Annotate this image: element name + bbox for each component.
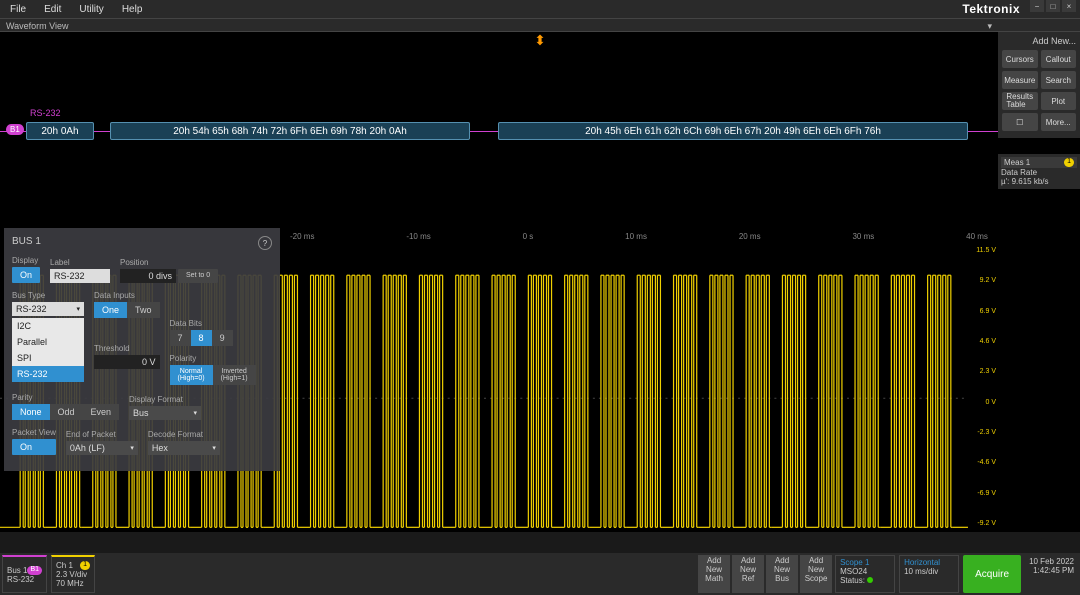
threshold-input[interactable]: 0 V (94, 355, 160, 369)
datetime-display: 10 Feb 2022 1:42:45 PM (1025, 555, 1078, 593)
meas-name: Data Rate (1001, 168, 1077, 177)
acquire-button[interactable]: Acquire (963, 555, 1021, 593)
label-field-label: Label (50, 258, 110, 267)
data-bits-9[interactable]: 9 (212, 330, 233, 346)
menu-edit[interactable]: Edit (44, 4, 61, 15)
trigger-marker-icon[interactable]: ⬍ (534, 32, 546, 49)
polarity-inverted[interactable]: Inverted (High=1) (213, 365, 256, 385)
ch1-badge[interactable]: Ch 11 2.3 V/div 70 MHz (51, 555, 95, 593)
voltage-axis: 11.5 V 9.2 V 6.9 V 4.6 V 2.3 V 0 V -2.3 … (976, 247, 998, 527)
chevron-down-icon: ▾ (76, 305, 80, 313)
add-bus-button[interactable]: Add New Bus (766, 555, 798, 593)
callout-button[interactable]: Callout (1041, 50, 1077, 68)
packet-view-label: Packet View (12, 428, 56, 437)
chevron-down-icon: ▾ (130, 444, 134, 452)
data-bits-7[interactable]: 7 (170, 330, 191, 346)
menu-bar: File Edit Utility Help Tektronix − □ × (0, 0, 1080, 18)
data-inputs-one[interactable]: One (94, 302, 127, 318)
menu-help[interactable]: Help (122, 4, 143, 15)
cursors-button[interactable]: Cursors (1002, 50, 1038, 68)
parity-none[interactable]: None (12, 404, 50, 420)
meas-title: Meas 1 (1004, 158, 1030, 167)
meas-channel-badge: 1 (1064, 158, 1074, 167)
chevron-down-icon: ▾ (194, 409, 198, 417)
horizontal-box[interactable]: Horizontal 10 ms/div (899, 555, 959, 593)
bus-type-label: Bus Type (12, 291, 84, 300)
position-label: Position (120, 258, 218, 267)
decode-packet-2[interactable]: 20h 45h 6Eh 61h 62h 6Ch 69h 6Eh 67h 20h … (498, 122, 968, 140)
bus-decode-lane: RS-232 B1 20h 0Ah 20h 54h 65h 68h 74h 72… (0, 122, 998, 142)
window-minimize-button[interactable]: − (1030, 0, 1044, 12)
label-input[interactable]: RS-232 (50, 269, 110, 283)
measure-button[interactable]: Measure (1002, 71, 1038, 89)
draw-box-button[interactable]: ☐ (1002, 113, 1038, 131)
data-inputs-label: Data Inputs (94, 291, 160, 300)
meas-value: µ': 9.615 kb/s (1001, 177, 1077, 186)
display-format-dropdown[interactable]: Bus▾ (129, 406, 201, 420)
help-icon[interactable]: ? (258, 236, 272, 250)
plot-button[interactable]: Plot (1041, 92, 1077, 110)
window-maximize-button[interactable]: □ (1046, 0, 1060, 12)
data-inputs-two[interactable]: Two (127, 302, 160, 318)
bus-type-listbox[interactable]: I2C Parallel SPI RS-232 (12, 318, 84, 382)
bus-type-option-parallel[interactable]: Parallel (12, 334, 84, 350)
decode-packet-1[interactable]: 20h 54h 65h 68h 74h 72h 6Fh 6Eh 69h 78h … (110, 122, 470, 140)
view-title-bar: Waveform View ▾ (0, 18, 1080, 32)
end-of-packet-label: End of Packet (66, 430, 138, 439)
view-chevron-icon[interactable]: ▾ (987, 19, 992, 31)
menu-utility[interactable]: Utility (79, 4, 103, 15)
view-title: Waveform View (6, 19, 69, 31)
threshold-label: Threshold (94, 344, 160, 353)
parity-label: Parity (12, 393, 119, 402)
bus-type-option-i2c[interactable]: I2C (12, 318, 84, 334)
brand-logo: Tektronix (962, 2, 1020, 16)
status-dot-icon (867, 577, 873, 583)
add-new-title: Add New... (1002, 36, 1076, 46)
decode-format-label: Decode Format (148, 430, 220, 439)
scope-status-box[interactable]: Scope 1 MSO24 Status: (835, 555, 895, 593)
bottom-bar: Bus 1B1 RS-232 Ch 11 2.3 V/div 70 MHz Ad… (0, 553, 1080, 595)
time-axis: -20 ms -10 ms 0 s 10 ms 20 ms 30 ms 40 m… (280, 232, 998, 241)
bus1-badge[interactable]: Bus 1B1 RS-232 (2, 555, 47, 593)
add-new-panel: Add New... Cursors Callout Measure Searc… (998, 32, 1080, 138)
add-ref-button[interactable]: Add New Ref (732, 555, 764, 593)
bus-handle-badge[interactable]: B1 (6, 124, 24, 135)
display-toggle[interactable]: On (12, 267, 40, 283)
parity-even[interactable]: Even (83, 404, 120, 420)
window-close-button[interactable]: × (1062, 0, 1076, 12)
data-bits-label: Data Bits (170, 319, 256, 328)
decode-packet-0[interactable]: 20h 0Ah (26, 122, 94, 140)
chevron-down-icon: ▾ (212, 444, 216, 452)
menu-file[interactable]: File (10, 4, 26, 15)
end-of-packet-dropdown[interactable]: 0Ah (LF)▾ (66, 441, 138, 455)
polarity-normal[interactable]: Normal (High=0) (170, 365, 213, 385)
position-input[interactable]: 0 divs (120, 269, 176, 283)
bus-config-title: BUS 1 (12, 236, 41, 250)
results-table-button[interactable]: Results Table (1002, 92, 1038, 110)
display-label: Display (12, 256, 40, 265)
display-format-label: Display Format (129, 395, 201, 404)
search-button[interactable]: Search (1041, 71, 1077, 89)
add-scope-button[interactable]: Add New Scope (800, 555, 832, 593)
parity-odd[interactable]: Odd (50, 404, 83, 420)
polarity-label: Polarity (170, 354, 256, 363)
bus-type-dropdown[interactable]: RS-232▾ (12, 302, 84, 316)
bus-type-option-rs232[interactable]: RS-232 (12, 366, 84, 382)
decode-format-dropdown[interactable]: Hex▾ (148, 441, 220, 455)
packet-view-toggle[interactable]: On (12, 439, 56, 455)
bus-config-dialog: BUS 1 ? Display On Label RS-232 Position… (4, 228, 280, 471)
data-bits-8[interactable]: 8 (191, 330, 212, 346)
more-button[interactable]: More... (1041, 113, 1077, 131)
set-to-zero-button[interactable]: Set to 0 (178, 269, 218, 283)
bus-type-option-spi[interactable]: SPI (12, 350, 84, 366)
add-math-button[interactable]: Add New Math (698, 555, 730, 593)
bus-protocol-label: RS-232 (30, 108, 61, 118)
measurement-badge[interactable]: Meas 1 1 Data Rate µ': 9.615 kb/s (998, 154, 1080, 189)
main-waveform-area: ⬍ Add New... Cursors Callout Measure Sea… (0, 32, 1080, 532)
